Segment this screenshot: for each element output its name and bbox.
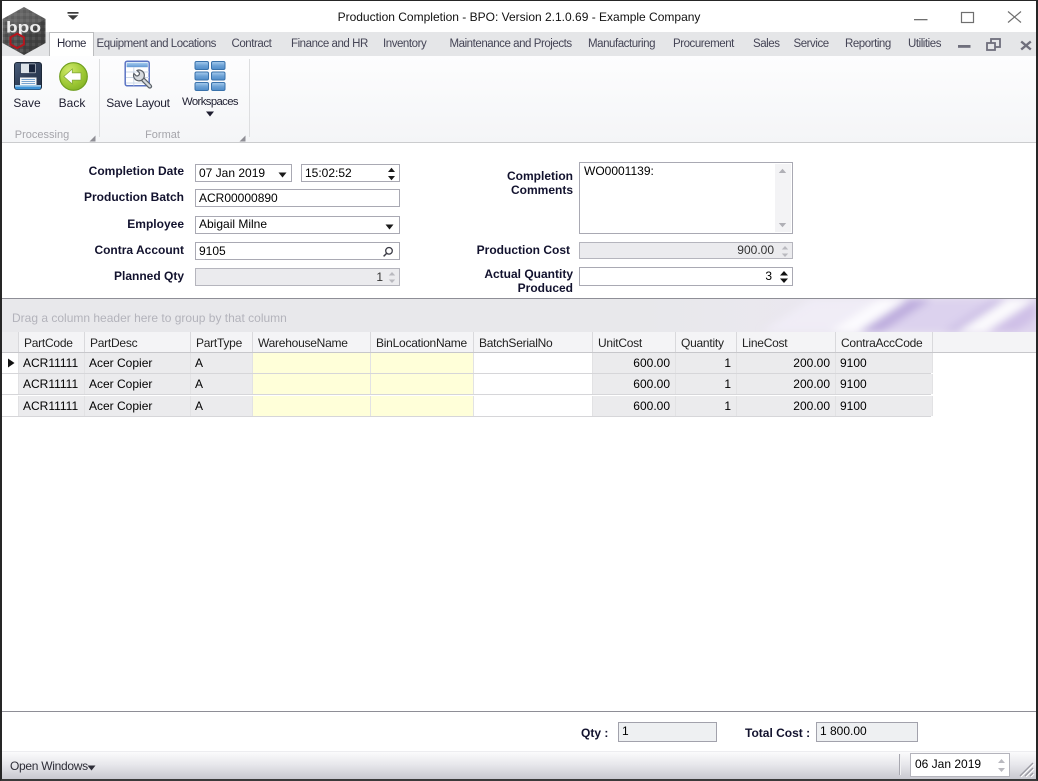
svg-text:bpo: bpo <box>6 20 41 37</box>
